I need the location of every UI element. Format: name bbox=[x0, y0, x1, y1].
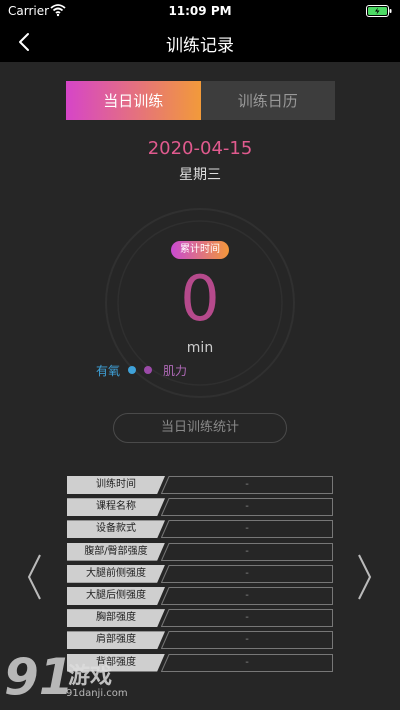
row-label: 课程名称 bbox=[67, 498, 165, 517]
table-row: 腹部/臀部强度 - bbox=[67, 542, 333, 561]
legend-strength-dot bbox=[144, 366, 152, 374]
selected-date: 2020-04-15 bbox=[147, 138, 253, 159]
row-value: - bbox=[245, 479, 249, 490]
page-title: 训练记录 bbox=[166, 36, 234, 56]
cumulative-time-badge: 累计时间 bbox=[171, 241, 229, 259]
table-row: 肩部强度 - bbox=[67, 631, 333, 650]
row-value: - bbox=[245, 501, 249, 513]
legend-aerobic-dot bbox=[128, 366, 136, 374]
row-value: - bbox=[245, 612, 249, 624]
row-value: - bbox=[245, 634, 249, 646]
row-label: 胸部强度 bbox=[67, 609, 165, 628]
row-label: 腹部/臀部强度 bbox=[67, 542, 165, 561]
legend: 有氧 肌力 bbox=[0, 362, 400, 380]
row-label: 设备款式 bbox=[67, 520, 165, 539]
next-day-arrow-icon[interactable] bbox=[357, 552, 373, 602]
row-label: 训练时间 bbox=[67, 476, 165, 494]
training-detail-table: 训练时间 - 课程名称 - 设备款式 - 腹部/臀部强度 - 大腿前侧强度 - 大腿后侧强度 - 胸部强… bbox=[67, 476, 333, 676]
table-row: 大腿前侧强度 - bbox=[67, 564, 333, 583]
row-value: - bbox=[245, 567, 249, 579]
battery-charging-icon bbox=[366, 5, 392, 17]
row-value: - bbox=[245, 589, 249, 601]
total-time-unit: min bbox=[186, 340, 214, 356]
table-row: 大腿后侧强度 - bbox=[67, 586, 333, 605]
table-row: 胸部强度 - bbox=[67, 609, 333, 628]
row-value: - bbox=[245, 523, 249, 535]
table-row: 课程名称 - bbox=[67, 498, 333, 517]
tab-training-calendar[interactable]: 训练日历 bbox=[200, 81, 335, 120]
total-time-value: 0 bbox=[180, 262, 220, 335]
previous-day-arrow-icon[interactable] bbox=[26, 552, 42, 602]
tab-daily-training[interactable]: 当日训练 bbox=[66, 81, 201, 120]
nav-bar: 训练记录 bbox=[0, 22, 400, 62]
row-label: 大腿后侧强度 bbox=[67, 586, 165, 605]
row-label: 肩部强度 bbox=[67, 631, 165, 650]
segmented-control: 当日训练 训练日历 bbox=[66, 81, 335, 120]
weekday-label: 星期三 bbox=[179, 167, 221, 183]
legend-strength-label: 肌力 bbox=[163, 364, 188, 378]
row-label: 大腿前侧强度 bbox=[67, 564, 165, 583]
watermark-number: 91 bbox=[4, 648, 74, 706]
table-row: 训练时间 - bbox=[67, 476, 333, 494]
watermark-logo: 91 游戏 91danji.com bbox=[2, 648, 142, 710]
daily-stats-button[interactable]: 当日训练统计 bbox=[113, 413, 287, 443]
table-row: 设备款式 - bbox=[67, 520, 333, 539]
row-value: - bbox=[245, 656, 249, 668]
legend-aerobic-label: 有氧 bbox=[96, 364, 121, 378]
watermark-title: 游戏 bbox=[68, 664, 113, 689]
row-value: - bbox=[245, 545, 249, 557]
status-bar: Carrier 11:09 PM bbox=[0, 0, 400, 22]
watermark-url: 91danji.com bbox=[66, 688, 128, 699]
status-time: 11:09 PM bbox=[168, 4, 232, 18]
